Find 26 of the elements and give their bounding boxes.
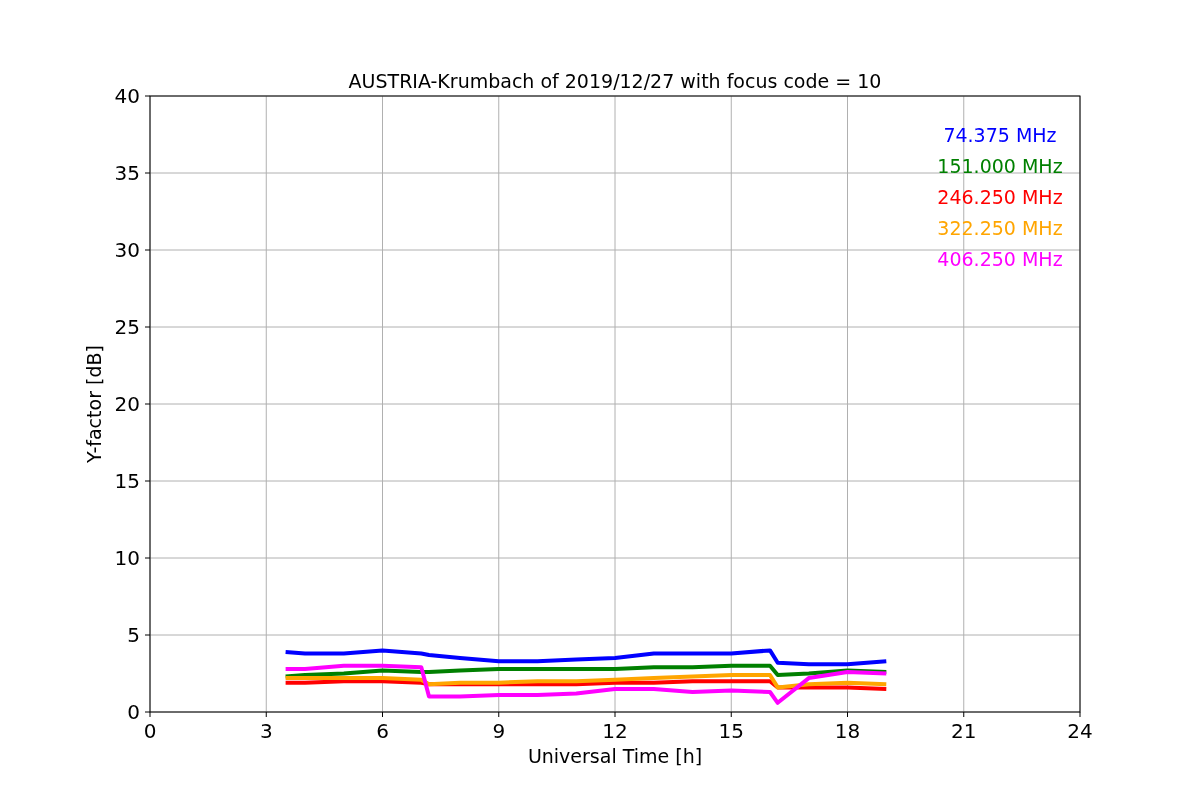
legend-label: 246.250 MHz (937, 186, 1063, 208)
tick-label: 0 (143, 719, 157, 743)
tick-label: 0 (127, 700, 140, 724)
tick-label: 20 (114, 392, 140, 416)
tick-label: 40 (114, 84, 140, 108)
tick-label: 6 (376, 719, 389, 743)
legend-label: 406.250 MHz (937, 248, 1063, 270)
y-axis-label: Y-factor [dB] (83, 345, 105, 463)
tick-label: 3 (259, 719, 273, 743)
x-axis-label: Universal Time [h] (527, 745, 703, 767)
tick-label: 25 (114, 315, 140, 339)
tick-label: 24 (1067, 719, 1093, 743)
tick-label: 12 (602, 719, 628, 743)
tick-label: 10 (114, 546, 140, 570)
tick-label: 21 (951, 719, 977, 743)
legend-label: 74.375 MHz (943, 124, 1057, 146)
tick-label: 35 (114, 161, 140, 185)
chart-title: AUSTRIA-Krumbach of 2019/12/27 with focus code = 10 (348, 70, 882, 92)
tick-label: 30 (114, 238, 140, 262)
tick-label: 18 (834, 719, 861, 743)
tick-label: 5 (127, 623, 140, 647)
legend-label: 151.000 MHz (937, 155, 1063, 177)
tick-label: 15 (114, 469, 140, 493)
legend-label: 322.250 MHz (937, 217, 1063, 239)
tick-label: 15 (718, 719, 744, 743)
tick-label: 9 (492, 719, 506, 743)
